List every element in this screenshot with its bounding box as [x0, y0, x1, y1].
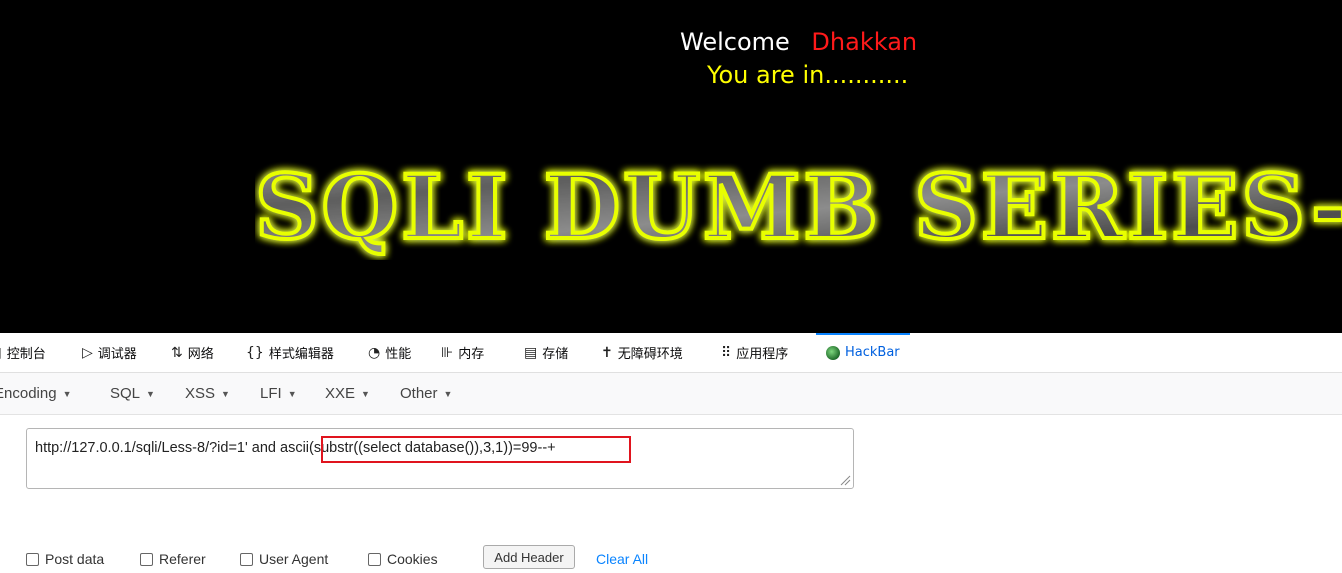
- post-data-option[interactable]: Post data: [26, 551, 104, 567]
- option-label: Referer: [159, 551, 206, 567]
- menu-label: XSS: [185, 385, 216, 402]
- tab-label: 网络: [187, 347, 214, 362]
- accessibility-icon: ✝: [601, 344, 613, 361]
- tab-application[interactable]: ⠿ 应用程序: [721, 333, 788, 372]
- option-label: User Agent: [259, 551, 329, 567]
- memory-icon: ⊪: [441, 344, 454, 361]
- caret-down-icon: ▼: [361, 388, 370, 399]
- menu-label: Other: [400, 385, 438, 402]
- tab-label: 存储: [542, 347, 569, 362]
- performance-icon: ◔: [368, 344, 381, 361]
- clear-all-link[interactable]: Clear All: [596, 551, 648, 567]
- payload-highlight-box: [321, 436, 631, 463]
- hackbar-menu: Encoding ▼ SQL ▼ XSS ▼ LFI ▼ XXE ▼ Other…: [0, 373, 1342, 415]
- hackbar-options: Post data Referer User Agent Cookies Add…: [0, 543, 1342, 573]
- checkbox[interactable]: [240, 552, 253, 566]
- banner-title: SQLI DUMB SERIES-8: [255, 153, 1342, 260]
- tab-label: 控制台: [6, 347, 46, 362]
- checkbox[interactable]: [26, 552, 39, 566]
- web-page-area: Welcome Dhakkan You are in........... SQ…: [0, 0, 1342, 333]
- referer-option[interactable]: Referer: [140, 551, 206, 567]
- menu-label: LFI: [260, 385, 282, 402]
- tab-network[interactable]: ⇅ 网络: [171, 333, 214, 372]
- tab-style-editor[interactable]: {} 样式编辑器: [246, 333, 334, 372]
- tab-accessibility[interactable]: ✝ 无障碍环境: [601, 333, 683, 372]
- checkbox[interactable]: [140, 552, 153, 566]
- storage-icon: ▤: [524, 344, 538, 361]
- caret-down-icon: ▼: [287, 388, 297, 399]
- menu-label: Encoding: [0, 385, 57, 402]
- welcome-label: Welcome: [680, 28, 790, 56]
- application-icon: ⠿: [721, 344, 732, 361]
- tab-label: 调试器: [97, 347, 137, 362]
- menu-encoding[interactable]: Encoding ▼: [0, 373, 71, 414]
- caret-down-icon: ▼: [146, 388, 155, 399]
- tab-label: 应用程序: [736, 347, 789, 362]
- tab-label: HackBar: [845, 345, 900, 360]
- caret-down-icon: ▼: [443, 388, 453, 399]
- menu-sql[interactable]: SQL ▼: [110, 373, 155, 414]
- tab-label: 性能: [385, 347, 412, 362]
- tab-label: 样式编辑器: [268, 347, 334, 362]
- menu-lfi[interactable]: LFI ▼: [260, 373, 297, 414]
- url-prefix: http://127.0.0.1/sqli/Less-8/?id=1' and: [35, 440, 281, 456]
- tab-memory[interactable]: ⊪ 内存: [441, 333, 484, 372]
- add-header-button[interactable]: Add Header: [483, 545, 575, 569]
- option-label: Cookies: [387, 551, 438, 567]
- tab-label: 内存: [458, 347, 485, 362]
- style-editor-icon: {}: [246, 344, 264, 361]
- status-message: You are in...........: [707, 61, 909, 89]
- menu-other[interactable]: Other ▼: [400, 373, 452, 414]
- menu-xss[interactable]: XSS ▼: [185, 373, 230, 414]
- debugger-icon: ▷: [82, 344, 93, 361]
- checkbox[interactable]: [368, 552, 381, 566]
- hackbar-icon: [826, 345, 840, 360]
- tab-console[interactable]: ▯ 控制台: [0, 333, 46, 372]
- cookies-option[interactable]: Cookies: [368, 551, 438, 567]
- menu-label: SQL: [110, 385, 141, 402]
- welcome-line: Welcome Dhakkan: [680, 28, 917, 56]
- tab-hackbar[interactable]: HackBar: [816, 333, 910, 372]
- devtools-tab-bar: ▯ 控制台 ▷ 调试器 ⇅ 网络 {} 样式编辑器 ◔ 性能 ⊪ 内存 ▤ 存储…: [0, 333, 1342, 373]
- welcome-name: Dhakkan: [811, 28, 918, 56]
- banner-text: SQLI DUMB SERIES-8: [255, 155, 1342, 259]
- tab-storage[interactable]: ▤ 存储: [524, 333, 568, 372]
- option-label: Post data: [45, 551, 105, 567]
- caret-down-icon: ▼: [221, 388, 230, 399]
- resize-grip-icon[interactable]: [839, 474, 851, 486]
- tab-debugger[interactable]: ▷ 调试器: [82, 333, 137, 372]
- menu-xxe[interactable]: XXE ▼: [325, 373, 370, 414]
- tab-performance[interactable]: ◔ 性能: [368, 333, 411, 372]
- network-icon: ⇅: [171, 344, 183, 361]
- menu-label: XXE: [325, 385, 356, 402]
- console-icon: ▯: [0, 346, 2, 360]
- user-agent-option[interactable]: User Agent: [240, 551, 328, 567]
- caret-down-icon: ▼: [62, 388, 72, 399]
- tab-label: 无障碍环境: [617, 347, 683, 362]
